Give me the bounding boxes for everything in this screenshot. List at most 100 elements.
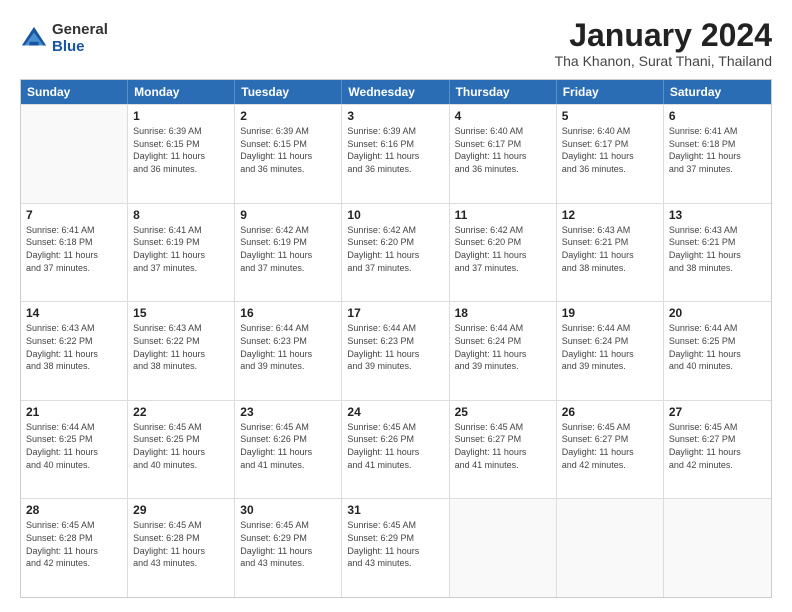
day-number: 21 [26,405,122,419]
day-number: 1 [133,109,229,123]
day-number: 27 [669,405,766,419]
day-number: 14 [26,306,122,320]
day-number: 25 [455,405,551,419]
day-number: 15 [133,306,229,320]
calendar-cell: 9 Sunrise: 6:42 AM Sunset: 6:19 PM Daylig… [235,204,342,302]
day-info: Sunrise: 6:42 AM Sunset: 6:19 PM Dayligh… [240,224,336,274]
day-info: Sunrise: 6:45 AM Sunset: 6:27 PM Dayligh… [455,421,551,471]
day-number: 5 [562,109,658,123]
day-info: Sunrise: 6:44 AM Sunset: 6:25 PM Dayligh… [669,322,766,372]
day-number: 9 [240,208,336,222]
calendar-week-5: 28Sunrise: 6:45 AM Sunset: 6:28 PM Dayli… [21,498,771,597]
day-info: Sunrise: 6:45 AM Sunset: 6:26 PM Dayligh… [240,421,336,471]
calendar-cell: 19 Sunrise: 6:44 AM Sunset: 6:24 PM Dayli… [557,302,664,400]
header: General Blue January 2024 Tha Khanon, Su… [20,18,772,69]
calendar-subtitle: Tha Khanon, Surat Thani, Thailand [555,53,772,69]
calendar-cell: 8 Sunrise: 6:41 AM Sunset: 6:19 PM Daylig… [128,204,235,302]
day-info: Sunrise: 6:45 AM Sunset: 6:27 PM Dayligh… [562,421,658,471]
day-info: Sunrise: 6:40 AM Sunset: 6:17 PM Dayligh… [455,125,551,175]
calendar-cell: 25 Sunrise: 6:45 AM Sunset: 6:27 PM Dayli… [450,401,557,499]
day-number: 7 [26,208,122,222]
day-number: 10 [347,208,443,222]
day-info: Sunrise: 6:40 AM Sunset: 6:17 PM Dayligh… [562,125,658,175]
calendar-cell: 16Sunrise: 6:44 AM Sunset: 6:23 PM Dayli… [235,302,342,400]
calendar-cell: 23 Sunrise: 6:45 AM Sunset: 6:26 PM Dayli… [235,401,342,499]
logo-blue: Blue [52,39,108,56]
day-info: Sunrise: 6:43 AM Sunset: 6:21 PM Dayligh… [562,224,658,274]
day-info: Sunrise: 6:44 AM Sunset: 6:23 PM Dayligh… [347,322,443,372]
header-day-saturday: Saturday [664,80,771,104]
day-info: Sunrise: 6:41 AM Sunset: 6:19 PM Dayligh… [133,224,229,274]
calendar-cell: 31Sunrise: 6:45 AM Sunset: 6:29 PM Dayli… [342,499,449,597]
day-number: 22 [133,405,229,419]
day-info: Sunrise: 6:44 AM Sunset: 6:23 PM Dayligh… [240,322,336,372]
day-info: Sunrise: 6:39 AM Sunset: 6:15 PM Dayligh… [240,125,336,175]
day-info: Sunrise: 6:45 AM Sunset: 6:28 PM Dayligh… [133,519,229,569]
day-number: 24 [347,405,443,419]
calendar-cell: 21Sunrise: 6:44 AM Sunset: 6:25 PM Dayli… [21,401,128,499]
logo-general: General [52,22,108,39]
day-number: 23 [240,405,336,419]
day-info: Sunrise: 6:45 AM Sunset: 6:29 PM Dayligh… [240,519,336,569]
calendar-cell: 13Sunrise: 6:43 AM Sunset: 6:21 PM Dayli… [664,204,771,302]
day-info: Sunrise: 6:45 AM Sunset: 6:27 PM Dayligh… [669,421,766,471]
day-number: 18 [455,306,551,320]
day-info: Sunrise: 6:45 AM Sunset: 6:26 PM Dayligh… [347,421,443,471]
day-info: Sunrise: 6:45 AM Sunset: 6:25 PM Dayligh… [133,421,229,471]
day-number: 2 [240,109,336,123]
calendar-week-4: 21Sunrise: 6:44 AM Sunset: 6:25 PM Dayli… [21,400,771,499]
calendar-cell: 22 Sunrise: 6:45 AM Sunset: 6:25 PM Dayli… [128,401,235,499]
day-number: 3 [347,109,443,123]
calendar-cell: 29Sunrise: 6:45 AM Sunset: 6:28 PM Dayli… [128,499,235,597]
day-info: Sunrise: 6:42 AM Sunset: 6:20 PM Dayligh… [455,224,551,274]
calendar-cell: 28Sunrise: 6:45 AM Sunset: 6:28 PM Dayli… [21,499,128,597]
calendar-week-3: 14 Sunrise: 6:43 AM Sunset: 6:22 PM Dayli… [21,301,771,400]
day-number: 20 [669,306,766,320]
calendar-cell: 30 Sunrise: 6:45 AM Sunset: 6:29 PM Dayli… [235,499,342,597]
day-info: Sunrise: 6:43 AM Sunset: 6:21 PM Dayligh… [669,224,766,274]
day-number: 30 [240,503,336,517]
title-block: January 2024 Tha Khanon, Surat Thani, Th… [555,18,772,69]
day-info: Sunrise: 6:39 AM Sunset: 6:15 PM Dayligh… [133,125,229,175]
page: General Blue January 2024 Tha Khanon, Su… [0,0,792,612]
calendar-cell [557,499,664,597]
day-info: Sunrise: 6:41 AM Sunset: 6:18 PM Dayligh… [26,224,122,274]
calendar-cell: 18 Sunrise: 6:44 AM Sunset: 6:24 PM Dayli… [450,302,557,400]
logo: General Blue [20,22,108,55]
header-day-tuesday: Tuesday [235,80,342,104]
day-number: 6 [669,109,766,123]
calendar-cell: 5 Sunrise: 6:40 AM Sunset: 6:17 PM Daylig… [557,105,664,203]
day-number: 26 [562,405,658,419]
header-day-sunday: Sunday [21,80,128,104]
calendar-cell: 10Sunrise: 6:42 AM Sunset: 6:20 PM Dayli… [342,204,449,302]
logo-text: General Blue [52,22,108,55]
calendar-week-2: 7 Sunrise: 6:41 AM Sunset: 6:18 PM Daylig… [21,203,771,302]
calendar-cell: 12 Sunrise: 6:43 AM Sunset: 6:21 PM Dayli… [557,204,664,302]
day-number: 12 [562,208,658,222]
header-day-friday: Friday [557,80,664,104]
day-number: 31 [347,503,443,517]
calendar-cell: 11Sunrise: 6:42 AM Sunset: 6:20 PM Dayli… [450,204,557,302]
calendar-title: January 2024 [555,18,772,53]
header-day-thursday: Thursday [450,80,557,104]
day-number: 8 [133,208,229,222]
header-day-monday: Monday [128,80,235,104]
day-number: 4 [455,109,551,123]
calendar-cell: 24 Sunrise: 6:45 AM Sunset: 6:26 PM Dayli… [342,401,449,499]
calendar-cell: 26 Sunrise: 6:45 AM Sunset: 6:27 PM Dayli… [557,401,664,499]
calendar-cell: 20 Sunrise: 6:44 AM Sunset: 6:25 PM Dayli… [664,302,771,400]
calendar-cell [664,499,771,597]
day-info: Sunrise: 6:43 AM Sunset: 6:22 PM Dayligh… [26,322,122,372]
calendar-header: SundayMondayTuesdayWednesdayThursdayFrid… [21,80,771,104]
calendar-cell: 27 Sunrise: 6:45 AM Sunset: 6:27 PM Dayli… [664,401,771,499]
calendar-week-1: 1 Sunrise: 6:39 AM Sunset: 6:15 PM Daylig… [21,104,771,203]
day-info: Sunrise: 6:44 AM Sunset: 6:24 PM Dayligh… [562,322,658,372]
calendar-cell: 17Sunrise: 6:44 AM Sunset: 6:23 PM Dayli… [342,302,449,400]
header-day-wednesday: Wednesday [342,80,449,104]
day-info: Sunrise: 6:39 AM Sunset: 6:16 PM Dayligh… [347,125,443,175]
day-info: Sunrise: 6:44 AM Sunset: 6:24 PM Dayligh… [455,322,551,372]
day-info: Sunrise: 6:41 AM Sunset: 6:18 PM Dayligh… [669,125,766,175]
calendar-cell [21,105,128,203]
calendar-cell: 14 Sunrise: 6:43 AM Sunset: 6:22 PM Dayli… [21,302,128,400]
day-number: 19 [562,306,658,320]
